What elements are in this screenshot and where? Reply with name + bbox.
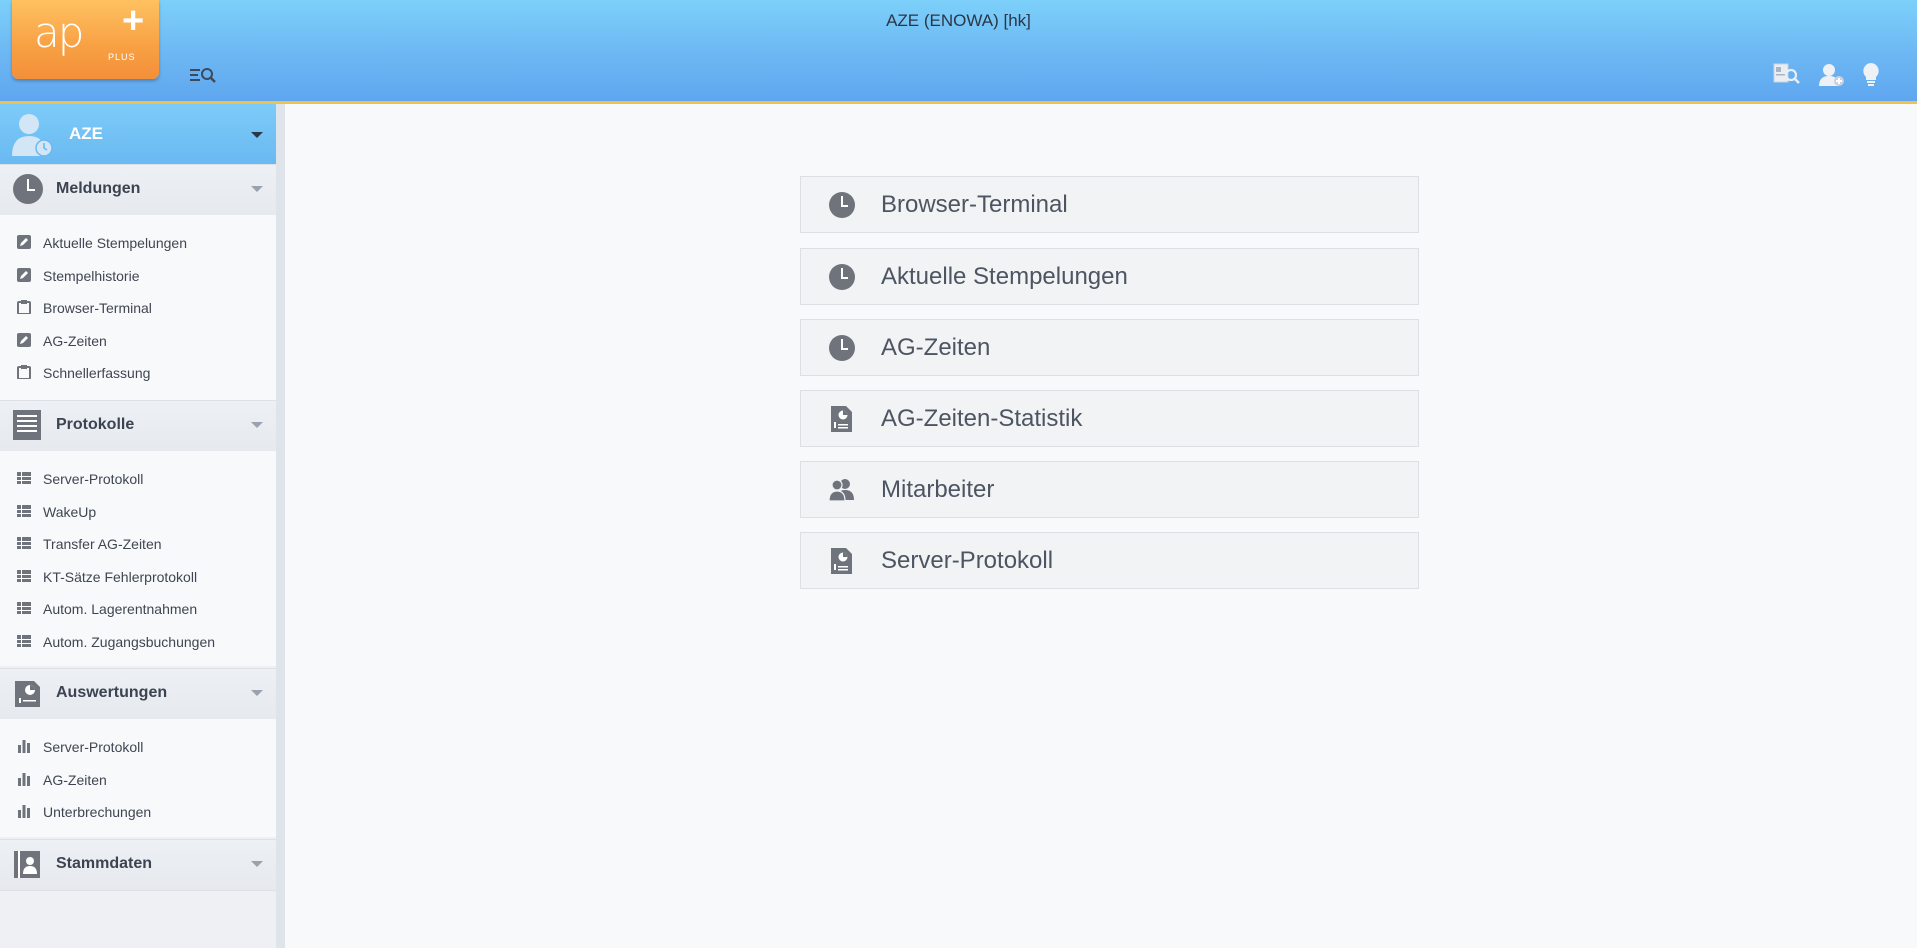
menu-search-icon[interactable] bbox=[189, 65, 217, 85]
tile-server-protokoll[interactable]: Server-Protokoll bbox=[800, 532, 1419, 589]
chevron-down-icon[interactable] bbox=[251, 132, 263, 138]
group-stammdaten[interactable]: Stammdaten bbox=[0, 839, 276, 891]
group-label: Auswertungen bbox=[56, 684, 168, 701]
sidebar-item-stempelhistorie[interactable]: Stempelhistorie bbox=[0, 261, 276, 291]
bar-chart-icon bbox=[18, 805, 30, 818]
report-icon bbox=[831, 548, 852, 574]
tile-ag-zeiten-statistik[interactable]: AG-Zeiten-Statistik bbox=[800, 390, 1419, 447]
clipboard-icon bbox=[17, 365, 31, 379]
sidebar-item-aktuelle-stempelungen[interactable]: Aktuelle Stempelungen bbox=[0, 228, 276, 258]
sidebar-item-ag-zeiten[interactable]: AG-Zeiten bbox=[0, 326, 276, 356]
table-icon bbox=[17, 570, 31, 582]
sidebar-item-label: Aktuelle Stempelungen bbox=[43, 235, 187, 251]
module-header[interactable]: AZE bbox=[0, 104, 276, 164]
group-auswertungen-items: Server-Protokoll AG-Zeiten Unterbrechung… bbox=[0, 719, 276, 837]
sidebar-item-label: Schnellerfassung bbox=[43, 365, 151, 381]
table-icon bbox=[17, 505, 31, 517]
users-icon bbox=[828, 479, 854, 502]
group-protokolle-items: Server-Protokoll WakeUp Transfer AG-Zeit… bbox=[0, 451, 276, 666]
edit-icon bbox=[17, 333, 31, 347]
tile-browser-terminal[interactable]: Browser-Terminal bbox=[800, 176, 1419, 233]
sidebar-item-browser-terminal[interactable]: Browser-Terminal bbox=[0, 293, 276, 323]
bar-chart-icon bbox=[18, 773, 30, 786]
tile-mitarbeiter[interactable]: Mitarbeiter bbox=[800, 461, 1419, 518]
chevron-down-icon[interactable] bbox=[251, 422, 263, 428]
clipboard-icon bbox=[17, 300, 31, 314]
log-icon bbox=[13, 410, 41, 440]
report-icon bbox=[15, 681, 40, 707]
lightbulb-icon[interactable] bbox=[1857, 62, 1885, 88]
sidebar-item-label: AG-Zeiten bbox=[43, 333, 107, 349]
sidebar-item-label: Browser-Terminal bbox=[43, 300, 152, 316]
group-protokolle[interactable]: Protokolle bbox=[0, 400, 276, 452]
module-label: AZE bbox=[69, 124, 103, 143]
tile-label: Server-Protokoll bbox=[881, 547, 1054, 574]
sidebar-item-autom-lagerentnahmen[interactable]: Autom. Lagerentnahmen bbox=[0, 594, 276, 624]
clock-icon bbox=[829, 264, 855, 290]
screen-search-icon[interactable] bbox=[1773, 62, 1801, 88]
group-label: Meldungen bbox=[56, 180, 141, 197]
table-icon bbox=[17, 602, 31, 614]
table-icon bbox=[17, 472, 31, 484]
sidebar-item-schnellerfassung[interactable]: Schnellerfassung bbox=[0, 358, 276, 388]
chevron-down-icon[interactable] bbox=[251, 186, 263, 192]
tile-aktuelle-stempelungen[interactable]: Aktuelle Stempelungen bbox=[800, 248, 1419, 305]
tile-label: Browser-Terminal bbox=[881, 191, 1068, 218]
sidebar-item-label: Unterbrechungen bbox=[43, 804, 152, 820]
tile-label: AG-Zeiten bbox=[881, 334, 991, 361]
master-data-icon bbox=[14, 851, 40, 878]
clock-icon bbox=[829, 192, 855, 218]
edit-icon bbox=[17, 268, 31, 282]
window-title: AZE (ENOWA) [hk] bbox=[886, 11, 1031, 30]
user-clock-icon bbox=[12, 114, 53, 157]
sidebar-item-label: Autom. Lagerentnahmen bbox=[43, 601, 198, 617]
chevron-down-icon[interactable] bbox=[251, 861, 263, 867]
group-meldungen-items: Aktuelle Stempelungen Stempelhistorie Br… bbox=[0, 215, 276, 401]
group-meldungen[interactable]: Meldungen bbox=[0, 164, 276, 216]
sidebar-item-label: Autom. Zugangsbuchungen bbox=[43, 634, 216, 650]
sidebar-item-unterbrechungen[interactable]: Unterbrechungen bbox=[0, 797, 276, 827]
sidebar-item-label: Server-Protokoll bbox=[43, 471, 144, 487]
tile-label: Aktuelle Stempelungen bbox=[881, 263, 1128, 290]
sidebar-item-autom-zugangsbuchungen[interactable]: Autom. Zugangsbuchungen bbox=[0, 627, 276, 657]
sidebar-item-server-protokoll[interactable]: Server-Protokoll bbox=[0, 464, 276, 494]
group-auswertungen[interactable]: Auswertungen bbox=[0, 668, 276, 720]
edit-icon bbox=[17, 235, 31, 249]
sidebar-item-kt-saetze-fehlerprotokoll[interactable]: KT-Sätze Fehlerprotokoll bbox=[0, 562, 276, 592]
group-label: Stammdaten bbox=[56, 855, 153, 872]
clock-icon bbox=[829, 335, 855, 361]
sidebar-item-label: Server-Protokoll bbox=[43, 739, 144, 755]
sidebar-item-server-protokoll-report[interactable]: Server-Protokoll bbox=[0, 732, 276, 762]
bar-chart-icon bbox=[18, 740, 30, 753]
sidebar-item-label: AG-Zeiten bbox=[43, 772, 107, 788]
group-label: Protokolle bbox=[56, 416, 135, 433]
sidebar: AZE Meldungen Aktuelle Stempelungen Stem… bbox=[0, 104, 285, 948]
table-icon bbox=[17, 537, 31, 549]
report-icon bbox=[831, 406, 852, 432]
sidebar-item-label: Stempelhistorie bbox=[43, 268, 140, 284]
tile-label: AG-Zeiten-Statistik bbox=[881, 405, 1083, 432]
table-icon bbox=[17, 635, 31, 647]
top-bar: ap + PLUS AZE (ENOWA) [hk] bbox=[0, 0, 1917, 104]
sidebar-item-ag-zeiten-report[interactable]: AG-Zeiten bbox=[0, 765, 276, 795]
user-add-icon[interactable] bbox=[1818, 62, 1846, 88]
chevron-down-icon[interactable] bbox=[251, 690, 263, 696]
sidebar-item-label: Transfer AG-Zeiten bbox=[43, 536, 162, 552]
logo-subtitle: PLUS bbox=[108, 52, 136, 62]
sidebar-item-wakeup[interactable]: WakeUp bbox=[0, 497, 276, 527]
tile-ag-zeiten[interactable]: AG-Zeiten bbox=[800, 319, 1419, 376]
sidebar-item-label: KT-Sätze Fehlerprotokoll bbox=[43, 569, 198, 585]
sidebar-item-label: WakeUp bbox=[43, 504, 97, 520]
clock-icon bbox=[13, 174, 43, 204]
tile-label: Mitarbeiter bbox=[881, 476, 995, 503]
sidebar-item-transfer-ag-zeiten[interactable]: Transfer AG-Zeiten bbox=[0, 529, 276, 559]
